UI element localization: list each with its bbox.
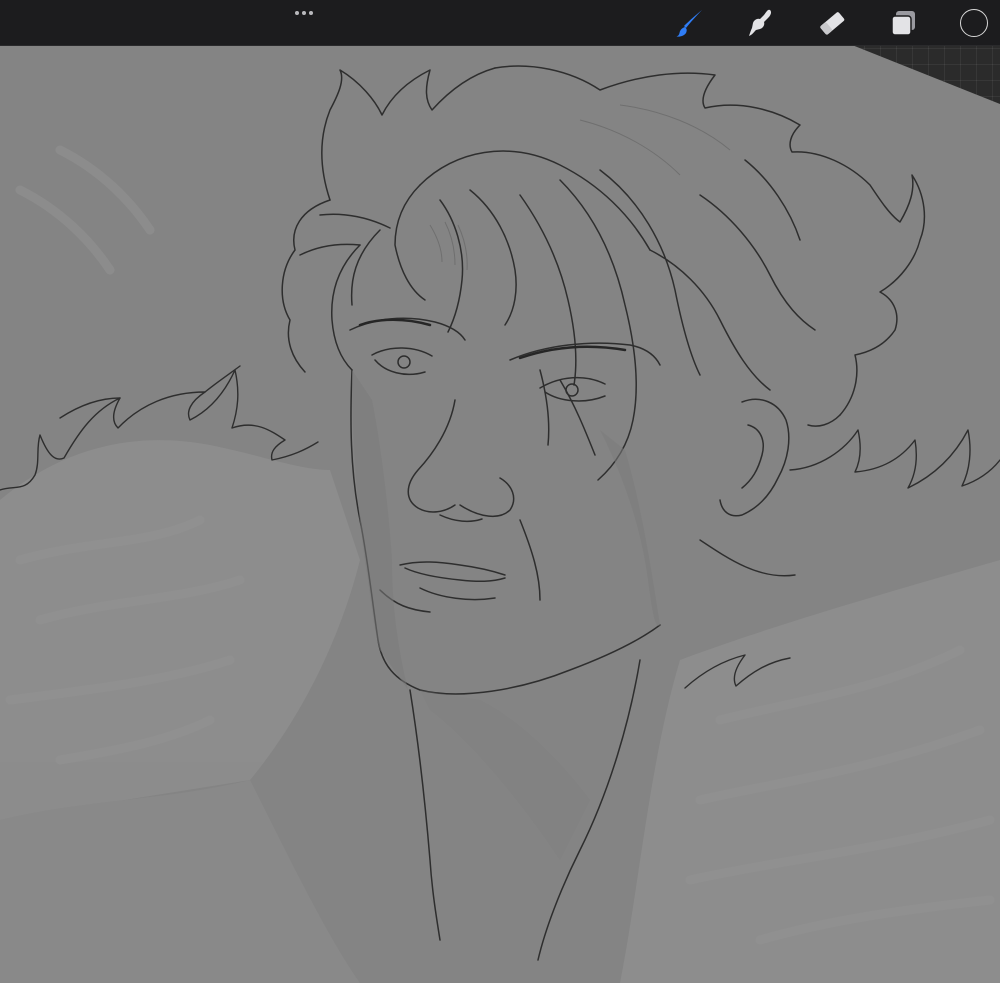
paintbrush-icon	[676, 10, 702, 37]
procreate-app	[0, 0, 1000, 983]
smudge-finger-icon	[749, 9, 772, 36]
smudge-tool-button[interactable]	[743, 6, 777, 40]
ellipsis-icon	[295, 11, 299, 15]
more-options-button[interactable]	[288, 6, 320, 20]
eraser-tool-button[interactable]	[815, 6, 849, 40]
color-picker-button[interactable]	[957, 6, 991, 40]
layers-tool-button[interactable]	[887, 6, 921, 40]
layers-icon	[891, 11, 915, 36]
brush-tool-button[interactable]	[673, 6, 707, 40]
drawing-canvas[interactable]	[0, 0, 1000, 983]
eraser-icon	[820, 12, 845, 35]
current-color-swatch	[960, 9, 988, 37]
top-toolbar	[0, 0, 1000, 46]
